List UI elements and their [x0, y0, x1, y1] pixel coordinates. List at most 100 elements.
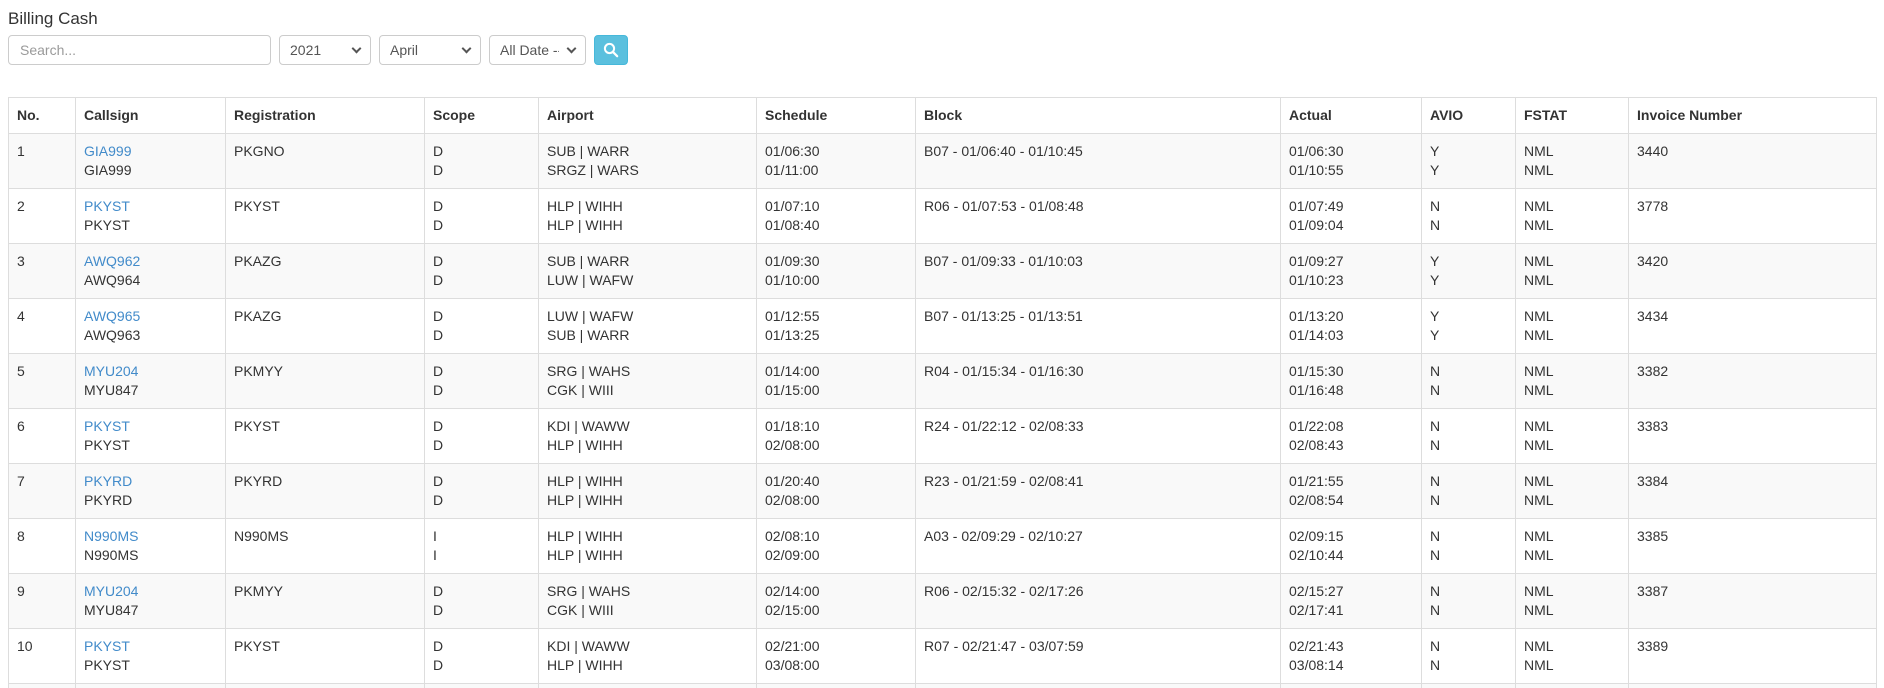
- registration-value: PKYST: [234, 638, 280, 654]
- cell-airport: HLP | WIHH HLP | WIHH: [538, 518, 757, 574]
- cell-no: 7: [8, 463, 76, 519]
- cell-airport: SUB | WARR SRGZ | WARS: [538, 133, 757, 189]
- registration-value: PKMYY: [234, 363, 284, 379]
- schedule-value: 01/15:00: [765, 382, 820, 398]
- registration-value: PKYST: [234, 198, 280, 214]
- avio-value: N: [1430, 217, 1441, 233]
- fstat-value: NML: [1524, 473, 1554, 489]
- scope-value: D: [433, 418, 444, 434]
- actual-value: 02/21:43: [1289, 638, 1344, 654]
- invoice-number-value: 3420: [1637, 253, 1669, 269]
- cell-registration: N990MS: [225, 518, 425, 574]
- block-value: R07 - 02/21:47 - 03/07:59: [924, 638, 1084, 654]
- cell-schedule: 01/18:10 02/08:00: [756, 408, 916, 464]
- actual-value: 02/09:15: [1289, 528, 1344, 544]
- cell-scope: [424, 683, 539, 688]
- schedule-value: 01/14:00: [765, 363, 820, 379]
- scope-value: D: [433, 492, 444, 508]
- no-value: 3: [17, 253, 25, 269]
- month-select[interactable]: April: [379, 35, 481, 65]
- avio-value: N: [1430, 638, 1441, 654]
- no-value: 10: [17, 638, 33, 654]
- year-select[interactable]: 2021: [279, 35, 371, 65]
- avio-value: N: [1430, 547, 1441, 563]
- cell-no: [8, 683, 76, 688]
- cell-invoice-number: 3420: [1628, 243, 1877, 299]
- callsign-link[interactable]: MYU204: [84, 362, 217, 381]
- cell-schedule: [756, 683, 916, 688]
- callsign-link[interactable]: GIA999: [84, 142, 217, 161]
- cell-no: 8: [8, 518, 76, 574]
- airport-value: SRG | WAHS: [547, 583, 631, 599]
- scope-value: D: [433, 162, 444, 178]
- fstat-value: NML: [1524, 253, 1554, 269]
- search-button[interactable]: [594, 35, 628, 65]
- invoice-number-value: 3383: [1637, 418, 1669, 434]
- search-input[interactable]: [8, 35, 271, 65]
- airport-value: HLP | WIHH: [547, 217, 623, 233]
- cell-registration: PKYST: [225, 408, 425, 464]
- cell-actual: 01/22:08 02/08:43: [1280, 408, 1422, 464]
- callsign-link[interactable]: PKYST: [84, 637, 217, 656]
- cell-scope: DD: [424, 298, 539, 354]
- avio-value: N: [1430, 382, 1441, 398]
- date-select[interactable]: All Date --: [489, 35, 586, 65]
- block-value: B07 - 01/13:25 - 01/13:51: [924, 308, 1083, 324]
- cell-fstat: NML NML: [1515, 408, 1629, 464]
- actual-value: 01/09:04: [1289, 217, 1344, 233]
- cell-no: 10: [8, 628, 76, 684]
- registration-value: N990MS: [234, 528, 289, 544]
- callsign-link[interactable]: PKYST: [84, 417, 217, 436]
- cell-callsign: PKYST PKYST: [75, 408, 226, 464]
- table-row: 1 GIA999 GIA999 PKGNO D D SUB | WARR SRGZ | WAR…: [8, 133, 1877, 189]
- scope-value: D: [433, 198, 444, 214]
- scope-value: D: [433, 437, 444, 453]
- cell-invoice-number: 3385: [1628, 518, 1877, 574]
- airport-value: LUW | WAFW: [547, 272, 634, 288]
- actual-value: 01/10:23: [1289, 272, 1344, 288]
- table-body: 1 GIA999 GIA999 PKGNO D D SUB | WARR SRGZ | WAR…: [8, 133, 1877, 688]
- callsign-value: PKYRD: [84, 492, 133, 508]
- cell-callsign: AWQ965 AWQ963: [75, 298, 226, 354]
- column-header-actual: Actual: [1280, 97, 1422, 134]
- callsign-value: MYU847: [84, 602, 139, 618]
- callsign-link[interactable]: AWQ962: [84, 252, 217, 271]
- block-value: R06 - 02/15:32 - 02/17:26: [924, 583, 1084, 599]
- cell-fstat: [1515, 683, 1629, 688]
- cell-block: [915, 683, 1281, 688]
- cell-registration: PKMYY: [225, 353, 425, 409]
- no-value: 5: [17, 363, 25, 379]
- cell-airport: KDI | WAWW HLP | WIHH: [538, 408, 757, 464]
- avio-value: N: [1430, 492, 1441, 508]
- cell-fstat: NML NML: [1515, 243, 1629, 299]
- invoice-number-value: 3382: [1637, 363, 1669, 379]
- cell-actual: [1280, 683, 1422, 688]
- callsign-link[interactable]: PKYRD: [84, 472, 217, 491]
- cell-fstat: NML NML: [1515, 628, 1629, 684]
- fstat-value: NML: [1524, 308, 1554, 324]
- cell-avio: YY: [1421, 243, 1516, 299]
- schedule-value: 01/12:55: [765, 308, 820, 324]
- cell-registration: PKMYY: [225, 573, 425, 629]
- cell-scope: DD: [424, 408, 539, 464]
- airport-value: HLP | WIHH: [547, 657, 623, 673]
- column-header-schedule: Schedule: [756, 97, 916, 134]
- actual-value: 03/08:14: [1289, 657, 1344, 673]
- avio-value: Y: [1430, 143, 1440, 159]
- cell-actual: 01/21:55 02/08:54: [1280, 463, 1422, 519]
- callsign-link[interactable]: PKYST: [84, 197, 217, 216]
- column-header-callsign: Callsign: [75, 97, 226, 134]
- cell-block: R06 - 02/15:32 - 02/17:26: [915, 573, 1281, 629]
- schedule-value: 02/08:00: [765, 492, 820, 508]
- callsign-link[interactable]: N990MS: [84, 527, 217, 546]
- cell-fstat: NML NML: [1515, 188, 1629, 244]
- callsign-link[interactable]: MYU204: [84, 582, 217, 601]
- fstat-value: NML: [1524, 437, 1554, 453]
- avio-value: Y: [1430, 253, 1440, 269]
- callsign-value: AWQ964: [84, 272, 141, 288]
- avio-value: N: [1430, 418, 1441, 434]
- cell-actual: 02/21:43 03/08:14: [1280, 628, 1422, 684]
- cell-schedule: 02/21:00 03/08:00: [756, 628, 916, 684]
- avio-value: Y: [1430, 162, 1440, 178]
- callsign-link[interactable]: AWQ965: [84, 307, 217, 326]
